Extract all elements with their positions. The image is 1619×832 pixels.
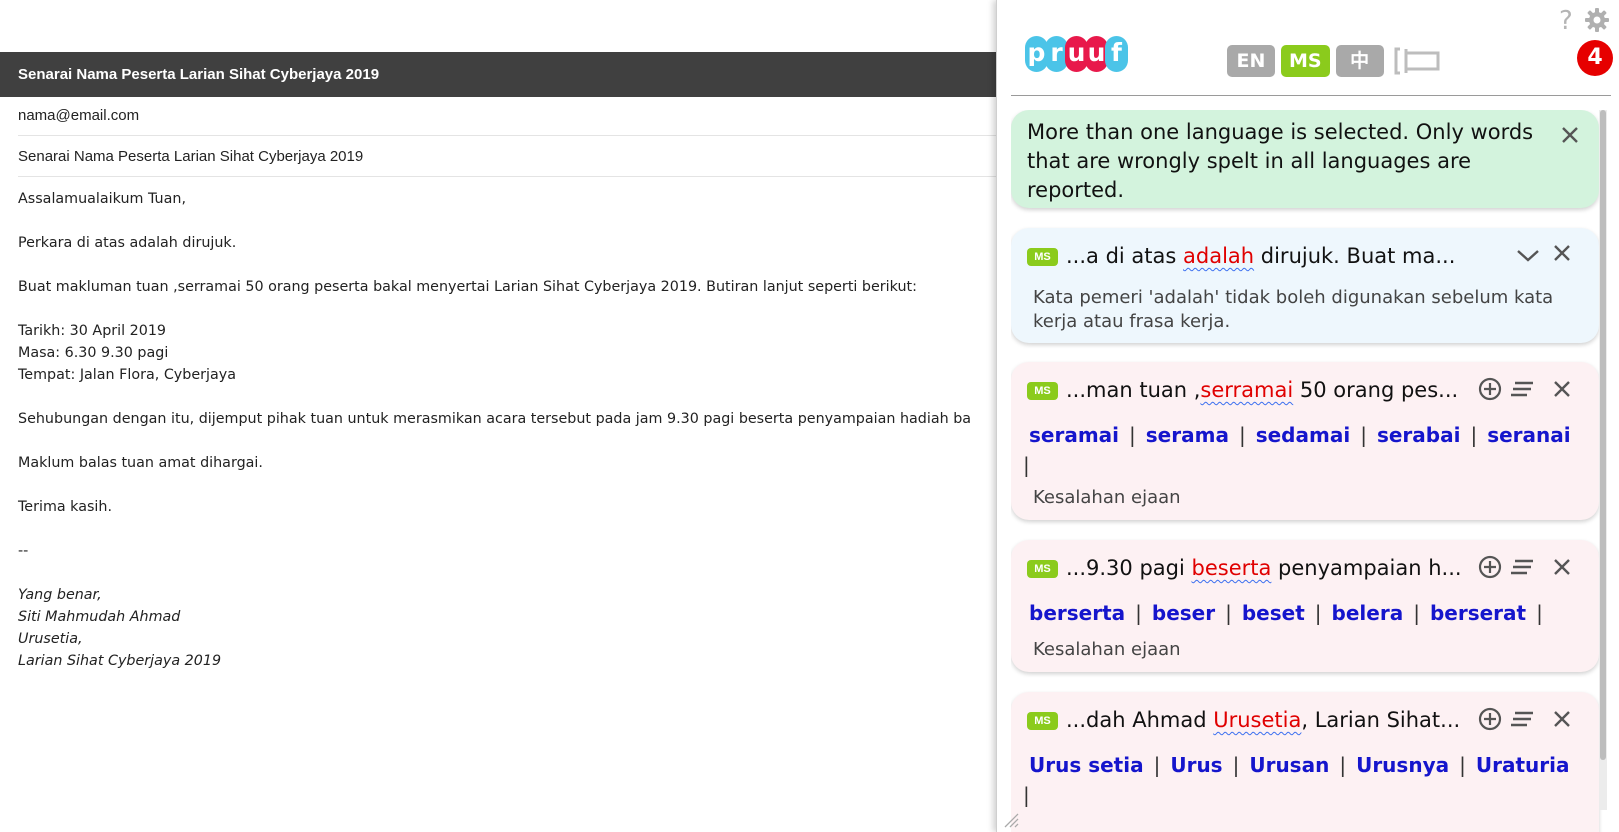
snippet-before: ...a di atas bbox=[1066, 244, 1183, 268]
snippet-before: ...dah Ahmad bbox=[1066, 708, 1214, 732]
error-word[interactable]: Urusetia bbox=[1213, 708, 1301, 732]
language-tag: MS bbox=[1027, 248, 1058, 266]
body-time: Masa: 6.30 9.30 pagi bbox=[18, 345, 169, 361]
suggestion-list: berserta | beser | beset | belera | berserat | bbox=[1029, 601, 1543, 625]
email-body[interactable]: Assalamualaikum Tuan, Perkara di atas ad… bbox=[18, 188, 1008, 672]
close-icon[interactable] bbox=[1551, 378, 1575, 402]
spelling-issue-card[interactable]: MS ...9.30 pagi beserta penyampaian h...… bbox=[1011, 540, 1599, 672]
email-window-title: Senarai Nama Peserta Larian Sihat Cyberj… bbox=[0, 52, 1000, 97]
suggestion-list: Urus setia | Urus | Urusan | Urusnya | Uraturia | bbox=[1023, 753, 1570, 807]
ignore-all-icon[interactable] bbox=[1509, 376, 1535, 402]
suggestion[interactable]: serabai bbox=[1377, 423, 1461, 447]
pruuf-logo: p r u u f bbox=[1025, 36, 1128, 74]
language-tag: MS bbox=[1027, 382, 1058, 400]
close-icon[interactable] bbox=[1551, 242, 1575, 266]
results-scrollbar[interactable] bbox=[1599, 110, 1607, 810]
add-to-dictionary-icon[interactable] bbox=[1477, 376, 1503, 402]
language-tag: MS bbox=[1027, 560, 1058, 578]
lang-zh-button[interactable]: 中 bbox=[1335, 45, 1384, 77]
body-thanks: Terima kasih. bbox=[18, 499, 112, 515]
issue-snippet: ...9.30 pagi beserta penyampaian h... bbox=[1066, 552, 1462, 584]
suggestion[interactable]: belera bbox=[1332, 601, 1404, 625]
language-selector: EN MS 中 bbox=[1227, 45, 1442, 77]
body-line: Maklum balas tuan amat dihargai. bbox=[18, 455, 263, 471]
suggestion[interactable]: seramai bbox=[1029, 423, 1119, 447]
spelling-issue-card[interactable]: MS ...man tuan ,serramai 50 orang pes...… bbox=[1011, 362, 1599, 520]
issue-snippet: ...man tuan ,serramai 50 orang pes... bbox=[1066, 374, 1458, 406]
close-icon[interactable] bbox=[1551, 556, 1575, 580]
ignore-all-icon[interactable] bbox=[1509, 706, 1535, 732]
issue-description: Kesalahan ejaan bbox=[1033, 639, 1181, 660]
suggestion[interactable]: beset bbox=[1242, 601, 1305, 625]
suggestion[interactable]: seranai bbox=[1487, 423, 1570, 447]
add-to-dictionary-icon[interactable] bbox=[1477, 706, 1503, 732]
grammar-issue-card[interactable]: MS ...a di atas adalah dirujuk. Buat ma.… bbox=[1011, 228, 1599, 343]
resize-grip-icon[interactable] bbox=[1003, 812, 1019, 828]
suggestion[interactable]: berserta bbox=[1029, 601, 1125, 625]
error-word[interactable]: serramai bbox=[1200, 378, 1293, 402]
notice-text: More than one language is selected. Only… bbox=[1027, 120, 1534, 202]
snippet-after: penyampaian h... bbox=[1271, 556, 1462, 580]
issue-description: Kesalahan ejaan bbox=[1033, 487, 1181, 508]
language-tag: MS bbox=[1027, 712, 1058, 730]
scrollbar-thumb[interactable] bbox=[1600, 110, 1606, 760]
pruuf-panel: p r u u f EN MS 中 ? 4 More than one lang… bbox=[996, 0, 1619, 832]
lang-en-button[interactable]: EN bbox=[1227, 45, 1275, 77]
suggestion-list: seramai | serama | sedamai | serabai | seranai | bbox=[1023, 423, 1571, 477]
suggestion[interactable]: sedamai bbox=[1256, 423, 1350, 447]
body-dashes: -- bbox=[18, 543, 29, 559]
panel-divider bbox=[1011, 95, 1611, 96]
suggestion[interactable]: Urusnya bbox=[1356, 753, 1449, 777]
multi-language-notice: More than one language is selected. Only… bbox=[1011, 110, 1599, 208]
email-compose: Senarai Nama Peserta Larian Sihat Cyberj… bbox=[0, 0, 1000, 832]
suggestion[interactable]: beser bbox=[1152, 601, 1215, 625]
signature-line: Larian Sihat Cyberjaya 2019 bbox=[18, 653, 222, 669]
lang-ms-button[interactable]: MS bbox=[1281, 45, 1330, 77]
signature-line: Yang benar, bbox=[18, 587, 102, 603]
results-list: More than one language is selected. Only… bbox=[1011, 110, 1603, 832]
body-line: Buat makluman tuan ,serramai 50 orang pe… bbox=[18, 279, 917, 295]
chevron-down-icon[interactable] bbox=[1515, 242, 1541, 268]
add-to-dictionary-icon[interactable] bbox=[1477, 554, 1503, 580]
close-notice-icon[interactable] bbox=[1559, 124, 1583, 148]
subject-field[interactable]: Senarai Nama Peserta Larian Sihat Cyberj… bbox=[18, 137, 1000, 177]
body-date: Tarikh: 30 April 2019 bbox=[18, 323, 167, 339]
close-icon[interactable] bbox=[1551, 708, 1575, 732]
spelling-issue-card[interactable]: MS ...dah Ahmad Urusetia, Larian Sihat..… bbox=[1011, 692, 1599, 832]
to-field[interactable]: nama@email.com bbox=[18, 96, 1000, 136]
logo-letter: f bbox=[1105, 36, 1128, 72]
snippet-before: ...man tuan , bbox=[1066, 378, 1201, 402]
issue-description: Kata pemeri 'adalah' tidak boleh digunak… bbox=[1033, 287, 1554, 332]
suggestion[interactable]: Urus setia bbox=[1029, 753, 1144, 777]
issue-snippet: ...dah Ahmad Urusetia, Larian Sihat... bbox=[1066, 704, 1460, 736]
ignore-all-icon[interactable] bbox=[1509, 554, 1535, 580]
body-place: Tempat: Jalan Flora, Cyberjaya bbox=[18, 367, 236, 383]
suggestion[interactable]: Urus bbox=[1170, 753, 1222, 777]
body-line: Sehubungan dengan itu, dijemput pihak tu… bbox=[18, 411, 972, 427]
snippet-before: ...9.30 pagi bbox=[1066, 556, 1192, 580]
gear-icon[interactable] bbox=[1583, 6, 1611, 34]
suggestion[interactable]: berserat bbox=[1430, 601, 1526, 625]
help-icon[interactable]: ? bbox=[1559, 6, 1573, 36]
signature-name: Siti Mahmudah Ahmad bbox=[18, 609, 181, 625]
snippet-after: 50 orang pes... bbox=[1293, 378, 1459, 402]
snippet-after: dirujuk. Buat ma... bbox=[1254, 244, 1456, 268]
error-count-badge: 4 bbox=[1577, 40, 1613, 76]
body-line: Perkara di atas adalah dirujuk. bbox=[18, 235, 237, 251]
body-greeting: Assalamualaikum Tuan, bbox=[18, 191, 186, 207]
suggestion[interactable]: Uraturia bbox=[1476, 753, 1570, 777]
snippet-after: , Larian Sihat... bbox=[1301, 708, 1461, 732]
signature-line: Urusetia, bbox=[18, 631, 83, 647]
suggestion[interactable]: Urusan bbox=[1249, 753, 1329, 777]
error-word[interactable]: adalah bbox=[1183, 244, 1254, 268]
issue-snippet: ...a di atas adalah dirujuk. Buat ma... bbox=[1066, 240, 1455, 272]
suggestion[interactable]: serama bbox=[1146, 423, 1229, 447]
bracket-toggle-icon[interactable] bbox=[1394, 45, 1442, 77]
error-word[interactable]: beserta bbox=[1192, 556, 1272, 580]
